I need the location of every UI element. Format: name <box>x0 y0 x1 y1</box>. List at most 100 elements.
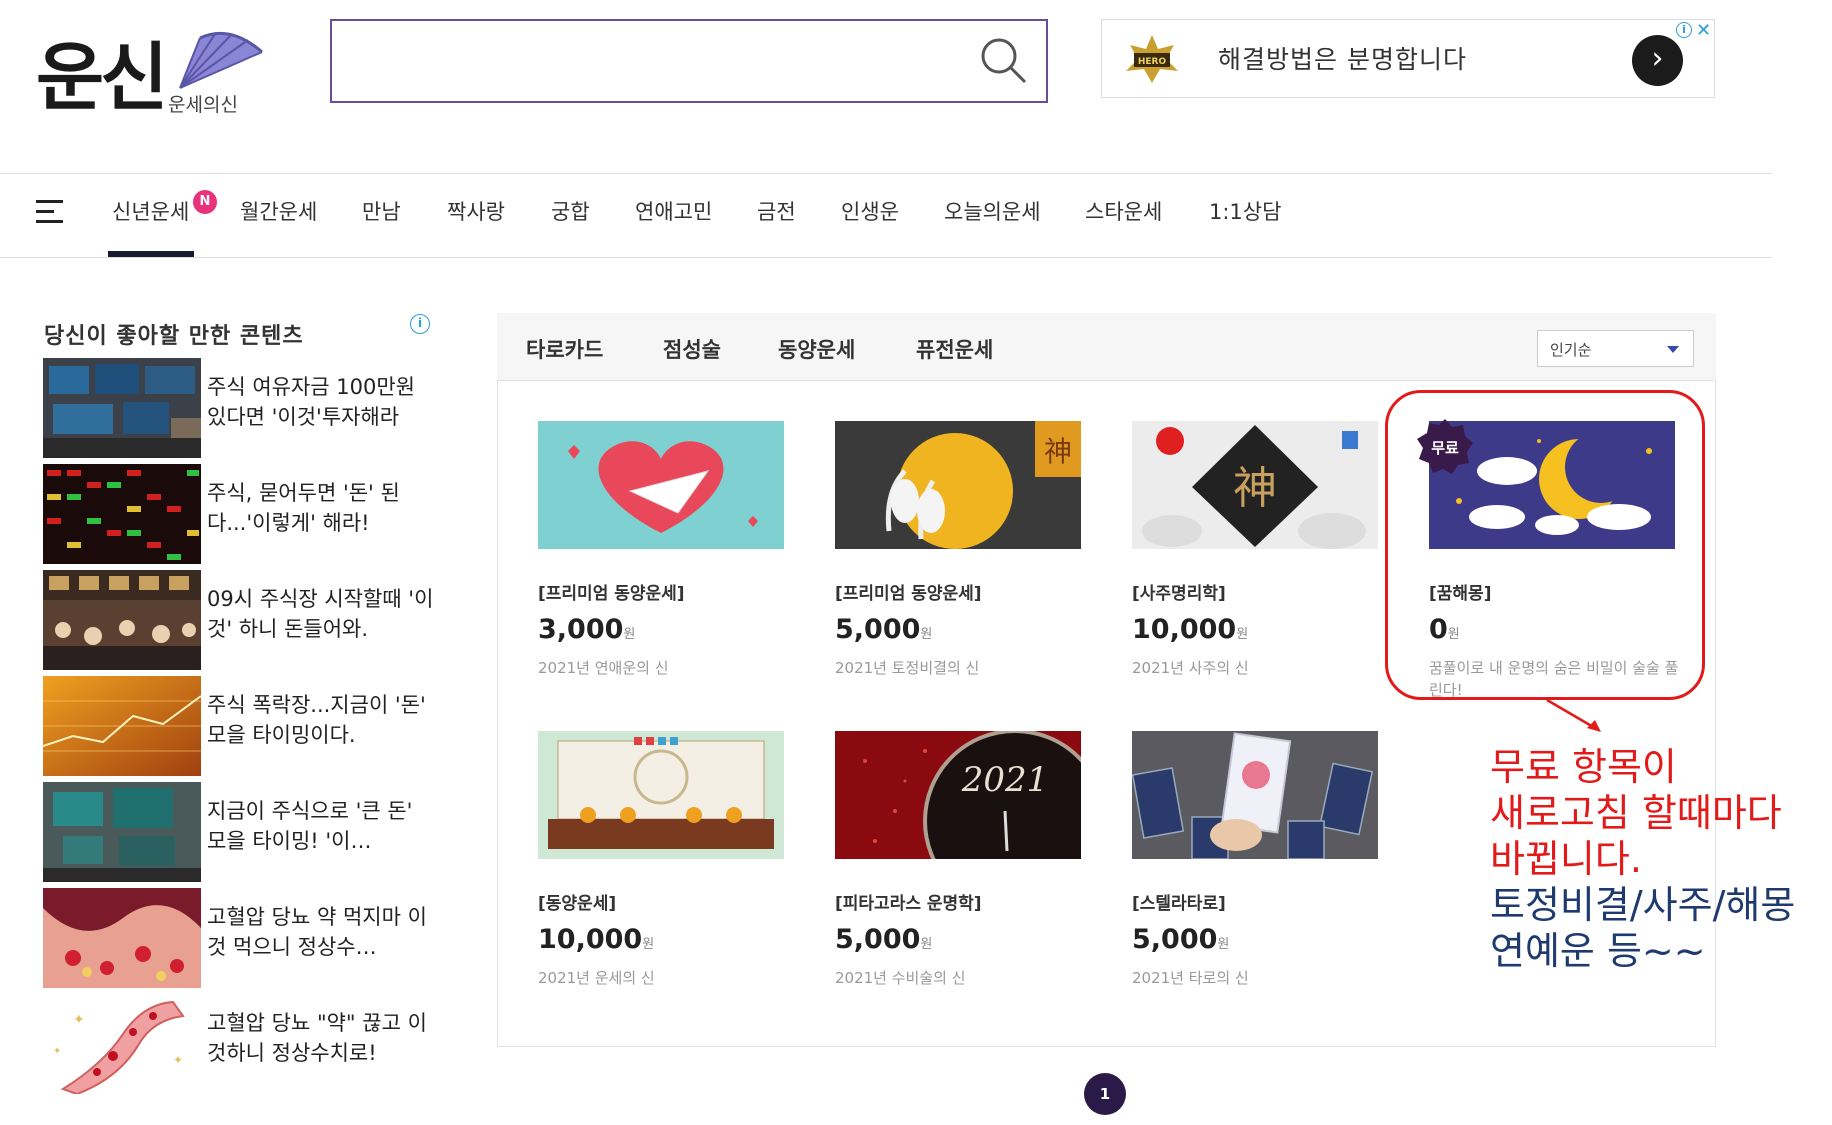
fortune-card[interactable]: [스텔라타로] 5,000원 2021년 타로의 신 <box>1131 731 1378 989</box>
card-image-cranes: 神 <box>835 421 1081 549</box>
nav-item-life[interactable]: 인생운 <box>841 196 899 226</box>
nav-item-monthly[interactable]: 월간운세 <box>240 196 317 226</box>
annotation-arrow-icon <box>1546 698 1601 732</box>
card-category: [프리미엄 동양운세] <box>835 584 982 604</box>
card-description: 2021년 연애운의 신 <box>538 659 669 677</box>
recommendation-text: 고혈압 당뇨 약 먹지마 이것 먹으니 정상수… <box>207 905 427 959</box>
nav-item-star[interactable]: 스타운세 <box>1085 196 1162 226</box>
fan-icon <box>179 31 263 89</box>
adchoices-icon[interactable]: i <box>410 314 430 334</box>
dropdown-arrow-icon <box>1667 346 1679 353</box>
annotation-text-red: 바뀝니다. <box>1490 837 1642 881</box>
search-bar[interactable] <box>330 19 1048 103</box>
tab-astrology[interactable]: 점성술 <box>663 334 721 364</box>
blood-vessel-thumbnail <box>43 888 201 988</box>
sort-selected-value: 인기순 <box>1550 341 1592 359</box>
fortune-card[interactable]: [동양운세] 10,000원 2021년 운세의 신 <box>538 731 784 989</box>
card-category: [동양운세] <box>538 894 617 914</box>
card-image-saju: 神 <box>1132 421 1378 549</box>
card-price: 5,000원 <box>835 614 933 645</box>
card-category: [피타고라스 운명학] <box>835 894 982 914</box>
artery-illustration-thumbnail: ✦ ✦ ✦ <box>43 994 201 1094</box>
recommendation-item[interactable]: 고혈압 당뇨 약 먹지마 이것 먹으니 정상수… <box>43 888 433 988</box>
stock-floor-thumbnail <box>43 570 201 670</box>
gold-chart-thumbnail <box>43 676 201 776</box>
recommendations-title: 당신이 좋아할 만한 콘텐츠 <box>44 324 304 349</box>
recommendation-text: 주식, 묻어두면 '돈' 된다...'이렇게' 해라! <box>207 481 400 535</box>
nav-item-new-year[interactable]: 신년운세 <box>112 196 189 226</box>
ad-text: 해결방법은 분명합니다 <box>1218 45 1467 74</box>
ad-info-icon[interactable]: i <box>1676 22 1692 38</box>
nav-item-crush[interactable]: 짝사랑 <box>447 196 505 226</box>
card-category: [스텔라타로] <box>1132 894 1226 914</box>
svg-text:2021: 2021 <box>961 760 1049 800</box>
card-price: 10,000원 <box>1132 614 1249 645</box>
card-category: [사주명리학] <box>1132 584 1226 604</box>
svg-text:HERO: HERO <box>1138 57 1167 67</box>
recommendation-text: 09시 주식장 시작할때 '이것' 하니 돈들어와. <box>207 587 434 641</box>
fortune-card[interactable]: 神 [사주명리학] 10,000원 2021년 사주의 신 <box>1132 421 1378 679</box>
logo-text: 운신 <box>36 35 168 121</box>
card-price: 10,000원 <box>538 924 655 955</box>
new-badge: N <box>193 190 217 214</box>
recommendation-text: 지금이 주식으로 '큰 돈' 모을 타이밍! '이… <box>207 799 413 853</box>
recommendation-text: 고혈압 당뇨 "약" 끊고 이것하니 정상수치로! <box>207 1011 427 1065</box>
card-description: 2021년 수비술의 신 <box>835 969 966 987</box>
pagination-page[interactable]: 1 <box>1084 1073 1126 1115</box>
recommendation-item[interactable]: ✦ ✦ ✦ 고혈압 당뇨 "약" 끊고 이것하니 정상수치로! <box>43 994 433 1094</box>
nav-item-meeting[interactable]: 만남 <box>362 196 401 226</box>
card-description: 2021년 타로의 신 <box>1132 969 1249 987</box>
chevron-right-icon[interactable]: › <box>1632 35 1683 86</box>
recommendation-item[interactable]: 주식 여유자금 100만원 있다면 '이것'투자해라 <box>43 358 433 458</box>
svg-text:神: 神 <box>1233 463 1277 514</box>
svg-text:✦: ✦ <box>53 1046 61 1057</box>
hamburger-menu-icon[interactable] <box>36 200 63 224</box>
card-price: 3,000원 <box>538 614 636 645</box>
stock-trading-thumbnail <box>43 358 201 458</box>
annotation-text-red: 무료 항목이 <box>1490 745 1677 789</box>
annotation-text-blue: 토정비결/사주/해몽 <box>1490 883 1796 927</box>
recommendation-text: 주식 폭락장...지금이 '돈' 모을 타이밍이다. <box>207 693 426 747</box>
card-price: 5,000원 <box>1132 924 1230 955</box>
annotation-text-red: 새로고침 할때마다 <box>1490 791 1782 835</box>
card-description: 2021년 운세의 신 <box>538 969 655 987</box>
site-logo[interactable]: 운신 운세의신 <box>30 14 263 124</box>
recommendation-item[interactable]: 09시 주식장 시작할때 '이것' 하니 돈들어와. <box>43 570 433 670</box>
card-image-tarot <box>1131 731 1378 860</box>
card-image-clock-2021: 2021 <box>835 729 1107 913</box>
card-description: 2021년 사주의 신 <box>1132 659 1249 677</box>
svg-text:神: 神 <box>1044 435 1072 468</box>
sort-dropdown[interactable]: 인기순 <box>1537 330 1694 367</box>
ad-banner[interactable]: HERO 해결방법은 분명합니다 › i ✕ <box>1101 19 1715 98</box>
card-image-ancestral-table <box>538 731 784 859</box>
fortune-card[interactable]: 2021 [피타고라스 운명학] 5,000원 2021년 수비술의 신 <box>835 729 1107 989</box>
card-price: 5,000원 <box>835 924 933 955</box>
search-input[interactable] <box>342 31 942 91</box>
annotation-text-blue: 연예운 등~~ <box>1490 929 1706 973</box>
annotation-circle <box>1385 390 1705 700</box>
ad-close-icon[interactable]: ✕ <box>1696 20 1711 41</box>
fortune-card[interactable]: [프리미엄 동양운세] 3,000원 2021년 연애운의 신 <box>538 421 784 679</box>
tab-tarot[interactable]: 타로카드 <box>526 334 603 364</box>
svg-text:✦: ✦ <box>73 1012 85 1028</box>
card-category: [프리미엄 동양운세] <box>538 584 685 604</box>
card-description: 2021년 토정비결의 신 <box>835 659 980 677</box>
recommendation-item[interactable]: 지금이 주식으로 '큰 돈' 모을 타이밍! '이… <box>43 782 433 882</box>
nav-item-money[interactable]: 금전 <box>757 196 796 226</box>
nav-item-consult[interactable]: 1:1상담 <box>1209 196 1281 226</box>
recommendation-item[interactable]: 주식 폭락장...지금이 '돈' 모을 타이밍이다. <box>43 676 433 776</box>
recommendation-item[interactable]: 주식, 묻어두면 '돈' 된다...'이렇게' 해라! <box>43 464 433 564</box>
nav-item-today[interactable]: 오늘의운세 <box>944 196 1041 226</box>
nav-item-love[interactable]: 연애고민 <box>635 196 712 226</box>
tab-eastern[interactable]: 동양운세 <box>778 334 855 364</box>
nav-bottom-divider <box>0 257 1772 258</box>
card-image-love <box>538 421 784 549</box>
nav-item-compatibility[interactable]: 궁합 <box>551 196 590 226</box>
tab-fusion[interactable]: 퓨전운세 <box>916 334 993 364</box>
search-icon[interactable] <box>978 35 1030 87</box>
trading-desk-thumbnail <box>43 782 201 882</box>
stock-board-thumbnail <box>43 464 201 564</box>
svg-text:✦: ✦ <box>173 1053 183 1067</box>
recommendation-text: 주식 여유자금 100만원 있다면 '이것'투자해라 <box>207 375 415 429</box>
fortune-card[interactable]: 神 [프리미엄 동양운세] 5,000원 2021년 토정비결의 신 <box>835 421 1081 679</box>
